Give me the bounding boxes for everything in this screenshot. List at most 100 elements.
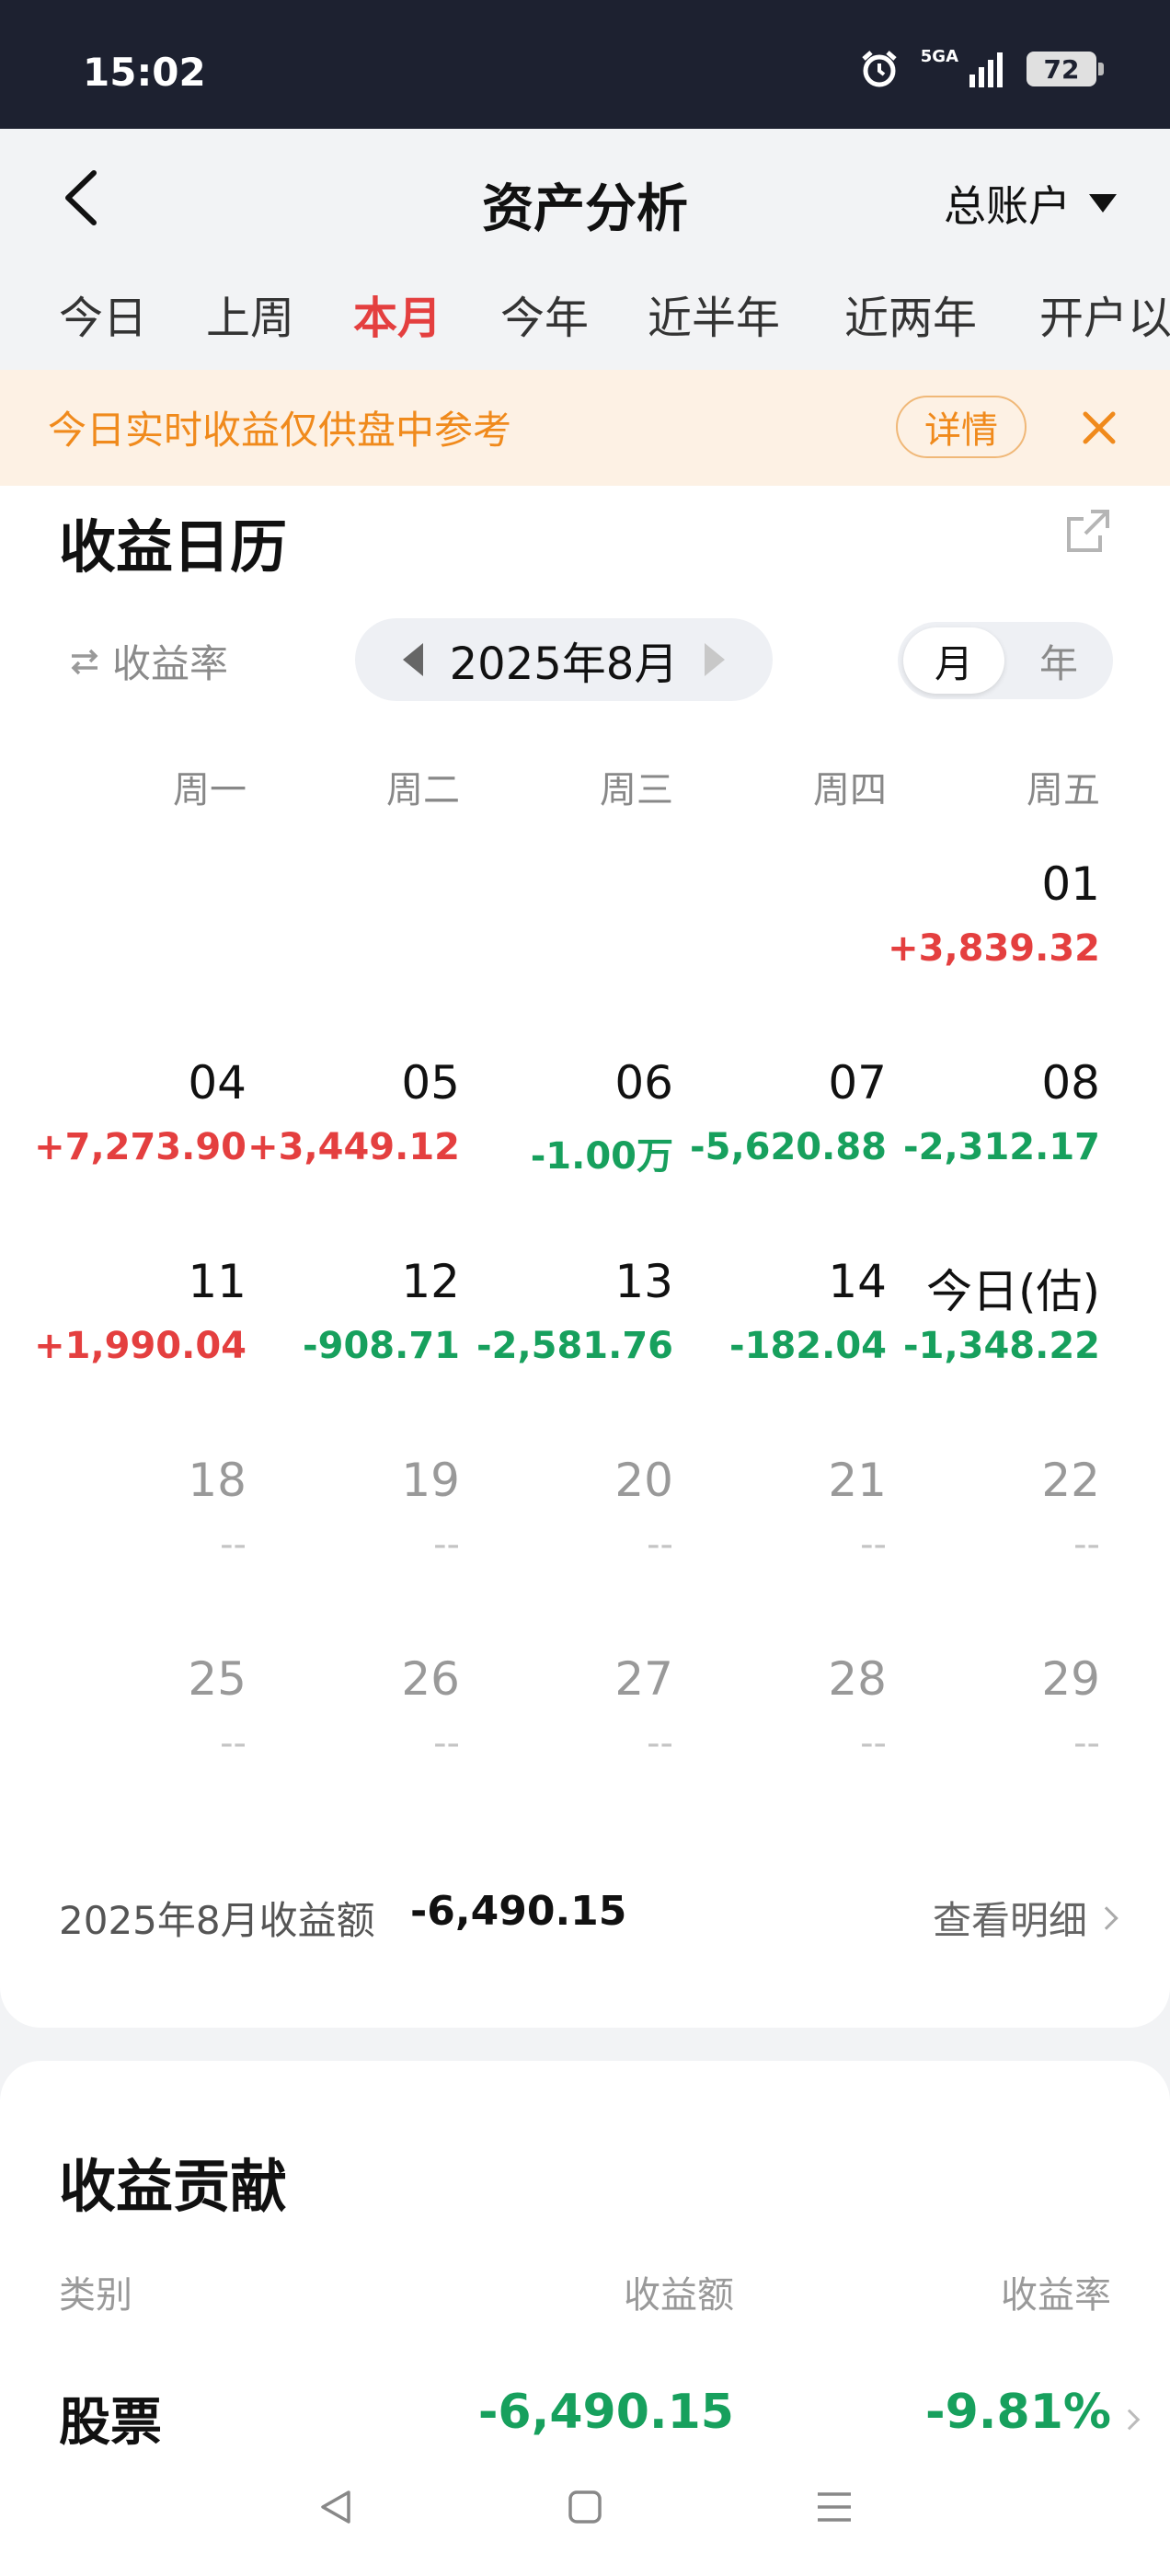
day-income: -182.04 xyxy=(729,1325,887,1367)
swap-icon xyxy=(71,649,98,674)
day-number: 05 xyxy=(401,1056,460,1110)
tab-this-month[interactable]: 本月 xyxy=(353,282,442,346)
next-month-icon[interactable] xyxy=(704,643,725,676)
day-number: 08 xyxy=(1041,1056,1100,1110)
day-income: +1,990.04 xyxy=(34,1325,247,1367)
view-detail-link[interactable]: 查看明细 xyxy=(932,1890,1118,1946)
weekday-label: 周四 xyxy=(813,769,887,811)
day-number: 11 xyxy=(188,1255,247,1308)
realtime-notice-banner: 今日实时收益仅供盘中参考 详情 xyxy=(0,370,1170,486)
tab-two-years[interactable]: 近两年 xyxy=(844,282,977,346)
day-number: 18 xyxy=(188,1454,247,1507)
notice-text: 今日实时收益仅供盘中参考 xyxy=(48,408,512,453)
day-income: -- xyxy=(1073,1524,1100,1566)
weekday-label: 周一 xyxy=(173,769,247,811)
day-income: -2,581.76 xyxy=(476,1325,673,1367)
tab-this-year[interactable]: 今年 xyxy=(500,282,589,346)
notice-detail-button[interactable]: 详情 xyxy=(896,396,1027,458)
tab-today[interactable]: 今日 xyxy=(59,282,147,346)
day-income: -- xyxy=(433,1722,460,1765)
rate-toggle[interactable]: 收益率 xyxy=(66,633,228,689)
day-number: 21 xyxy=(828,1454,887,1507)
row-category: 股票 xyxy=(59,2393,162,2453)
share-icon[interactable] xyxy=(1063,506,1113,556)
day-income: -- xyxy=(860,1722,887,1765)
day-number: 28 xyxy=(828,1652,887,1706)
month-summary-value: -6,490.15 xyxy=(410,1888,627,1935)
segment-month[interactable]: 月 xyxy=(903,627,1004,694)
column-header-category: 类别 xyxy=(59,2274,132,2317)
row-amount: -6,490.15 xyxy=(477,2385,734,2440)
month-picker: 2025年8月 xyxy=(355,618,773,701)
caret-down-icon xyxy=(1089,194,1117,213)
day-number: 29 xyxy=(1041,1652,1100,1706)
calendar-title: 收益日历 xyxy=(59,513,288,581)
day-income: -1,348.22 xyxy=(903,1325,1100,1367)
day-number: 06 xyxy=(614,1056,673,1110)
back-icon[interactable] xyxy=(314,2485,358,2529)
status-icons: 5GA 72 xyxy=(858,46,1104,90)
menu-icon[interactable] xyxy=(812,2485,856,2529)
day-income: -1.00万 xyxy=(530,1135,673,1178)
day-income: -5,620.88 xyxy=(690,1126,887,1168)
day-number: 26 xyxy=(401,1652,460,1706)
day-number: 25 xyxy=(188,1652,247,1706)
network-type-label: 5GA xyxy=(920,46,958,66)
weekday-label: 周三 xyxy=(600,769,673,811)
segment-year[interactable]: 年 xyxy=(1008,627,1109,694)
day-income: -- xyxy=(860,1524,887,1566)
signal-icon xyxy=(969,52,1003,87)
income-calendar-card: 收益日历 收益率 2025年8月 月 年 周一 周二 周三 周四 周五 01 +3… xyxy=(0,486,1170,2028)
period-tabs: 今日 上周 本月 今年 近半年 近两年 开户以 xyxy=(0,267,1170,370)
day-income: -- xyxy=(647,1722,673,1765)
day-number: 20 xyxy=(614,1454,673,1507)
month-label: 2025年8月 xyxy=(449,638,679,690)
day-income: -- xyxy=(647,1524,673,1566)
day-income: +3,449.12 xyxy=(247,1126,460,1168)
day-income: -908.71 xyxy=(303,1325,460,1367)
day-number: 14 xyxy=(828,1255,887,1308)
close-icon[interactable] xyxy=(1078,407,1120,449)
day-income: -- xyxy=(220,1524,247,1566)
home-icon[interactable] xyxy=(563,2485,607,2529)
account-label: 总账户 xyxy=(944,181,1071,231)
day-income: +7,273.90 xyxy=(34,1126,247,1168)
prev-month-icon[interactable] xyxy=(403,643,423,676)
day-income: +3,839.32 xyxy=(888,927,1100,970)
day-number: 07 xyxy=(828,1056,887,1110)
battery-icon: 72 xyxy=(1027,52,1104,86)
status-bar: 15:02 5GA 72 xyxy=(0,0,1170,129)
day-number: 01 xyxy=(1041,857,1100,911)
account-dropdown[interactable]: 总账户 xyxy=(944,173,1117,234)
day-income: -- xyxy=(220,1722,247,1765)
day-number: 今日(估) xyxy=(925,1265,1100,1318)
day-income: -- xyxy=(1073,1722,1100,1765)
alarm-icon xyxy=(862,51,897,87)
column-header-rate: 收益率 xyxy=(1001,2274,1111,2317)
view-segmented-control: 月 年 xyxy=(898,622,1113,699)
day-number: 04 xyxy=(188,1056,247,1110)
day-number: 27 xyxy=(614,1652,673,1706)
battery-level: 72 xyxy=(1043,53,1080,85)
row-rate: -9.81% xyxy=(925,2385,1111,2440)
nav-bar: 资产分析 总账户 xyxy=(0,129,1170,267)
month-summary-label: 2025年8月收益额 xyxy=(59,1898,375,1943)
tab-half-year[interactable]: 近半年 xyxy=(648,282,780,346)
day-number: 22 xyxy=(1041,1454,1100,1507)
chevron-right-icon xyxy=(1095,1905,1118,1930)
chevron-right-icon xyxy=(1118,2409,1141,2431)
day-income: -- xyxy=(433,1524,460,1566)
day-number: 19 xyxy=(401,1454,460,1507)
rate-toggle-label: 收益率 xyxy=(112,641,229,686)
tab-last-week[interactable]: 上周 xyxy=(206,282,294,346)
status-time: 15:02 xyxy=(83,50,206,95)
view-detail-label: 查看明细 xyxy=(932,1898,1087,1943)
column-header-amount: 收益额 xyxy=(624,2274,734,2317)
weekday-label: 周二 xyxy=(386,769,460,811)
day-income: -2,312.17 xyxy=(903,1126,1100,1168)
day-number: 13 xyxy=(614,1255,673,1308)
day-number: 12 xyxy=(401,1255,460,1308)
tab-since-opening[interactable]: 开户以 xyxy=(1039,282,1170,346)
weekday-label: 周五 xyxy=(1027,769,1100,811)
system-navigation-bar xyxy=(0,2456,1170,2558)
